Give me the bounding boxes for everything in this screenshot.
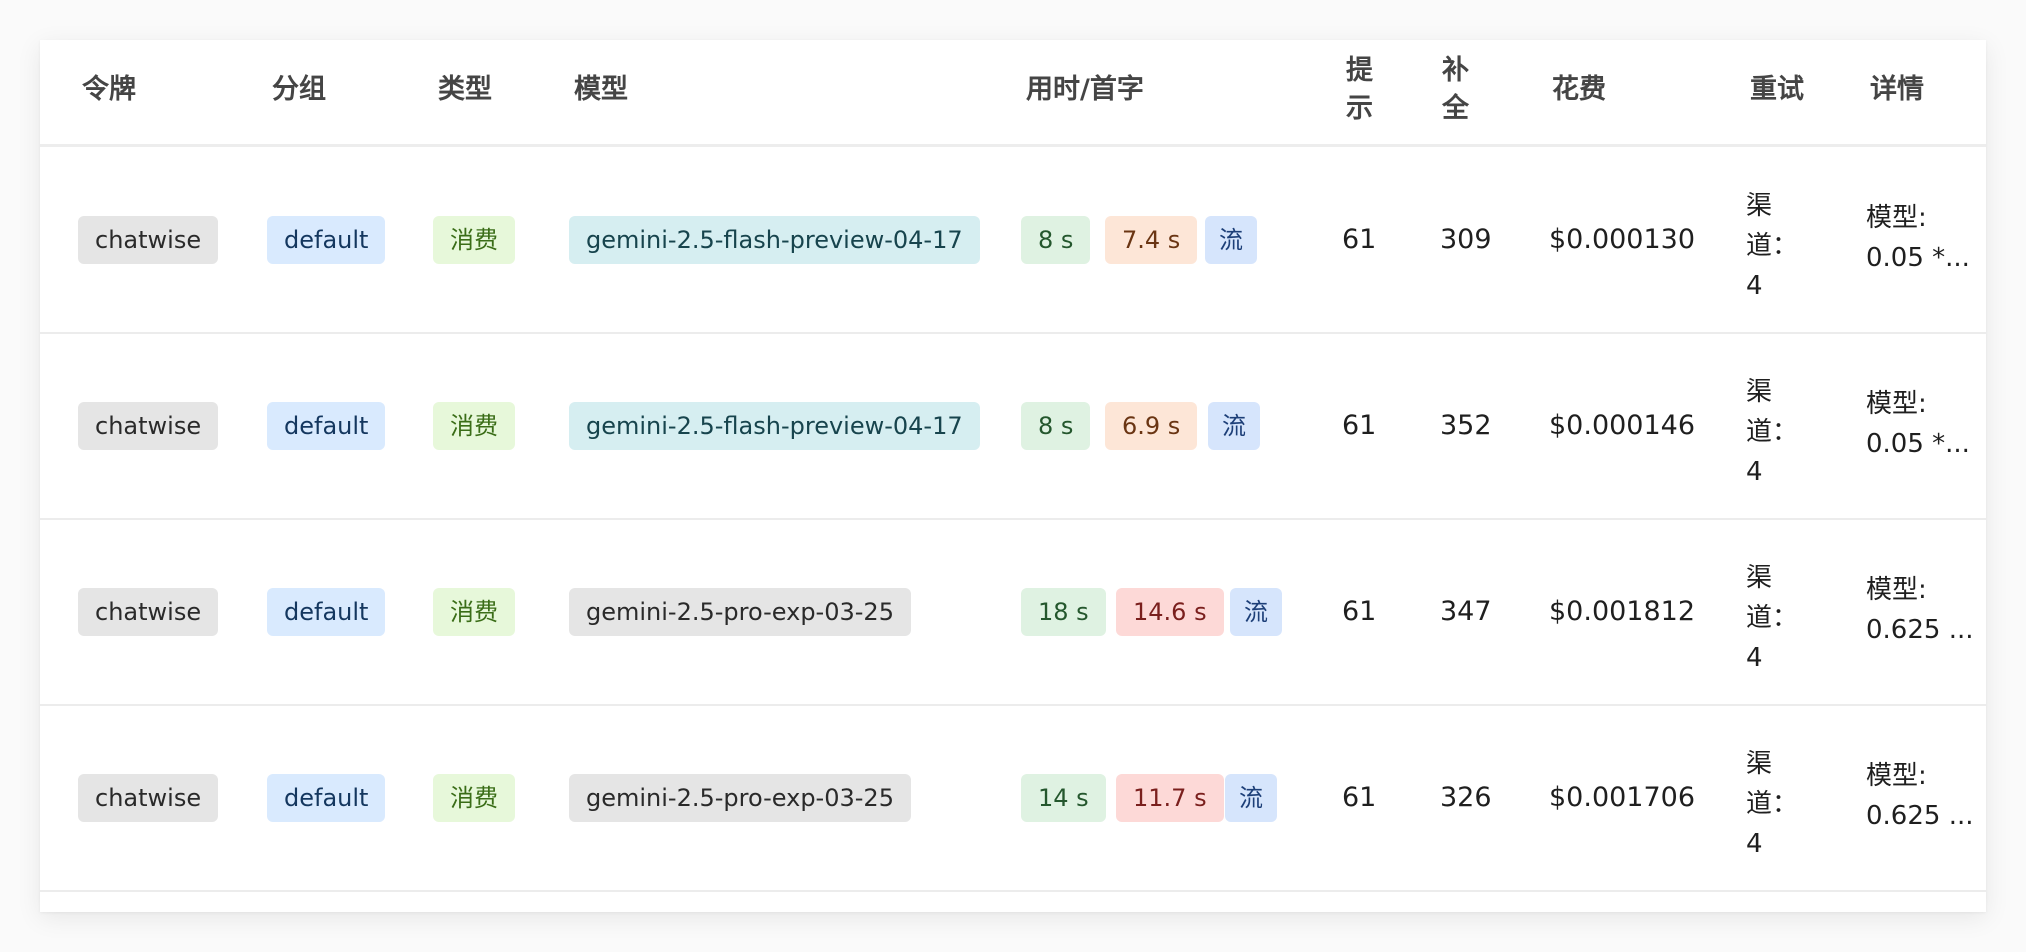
header-time[interactable]: 用时/首字 — [1026, 71, 1144, 109]
table-row[interactable]: chatwise default 消费 gemini-2.5-flash-pre… — [40, 332, 1986, 520]
group-tag: default — [267, 774, 386, 822]
table-header: 令牌 分组 类型 模型 用时/首字 提示 补全 花费 重试 详情 — [40, 40, 1986, 147]
detail-text[interactable]: 模型: 0.05 *... — [1866, 198, 1976, 278]
first-byte-tag: 7.4 s — [1105, 216, 1198, 264]
detail-line-1: 模型: — [1866, 761, 1927, 791]
table-row[interactable]: chatwise default 消费 gemini-2.5-flash-pre… — [40, 146, 1986, 334]
token-tag: chatwise — [78, 402, 219, 450]
logs-table: 令牌 分组 类型 模型 用时/首字 提示 补全 花费 重试 详情 chatwis… — [40, 40, 1986, 912]
token-tag: chatwise — [78, 588, 219, 636]
time-tag: 14 s — [1021, 774, 1106, 822]
token-tag: chatwise — [78, 774, 219, 822]
stream-tag: 流 — [1205, 216, 1257, 264]
prompt-tokens: 61 — [1342, 596, 1377, 627]
header-prompt[interactable]: 提示 — [1346, 52, 1376, 128]
completion-tokens: 326 — [1440, 782, 1492, 813]
group-tag: default — [267, 402, 386, 450]
time-tag: 18 s — [1021, 588, 1106, 636]
first-byte-tag: 14.6 s — [1116, 588, 1224, 636]
first-byte-tag: 6.9 s — [1105, 402, 1198, 450]
detail-line-1: 模型: — [1866, 575, 1927, 605]
detail-line-1: 模型: — [1866, 389, 1927, 419]
type-tag: 消费 — [433, 216, 515, 264]
detail-line-1: 模型: — [1866, 203, 1927, 233]
detail-text[interactable]: 模型: 0.05 *... — [1866, 384, 1976, 464]
model-tag[interactable]: gemini-2.5-pro-exp-03-25 — [569, 774, 911, 822]
completion-tokens: 352 — [1440, 410, 1492, 441]
prompt-tokens: 61 — [1342, 224, 1377, 255]
retry-channel: 渠道：4 — [1746, 377, 1799, 487]
group-tag: default — [267, 216, 386, 264]
cost-value: $0.001812 — [1549, 596, 1696, 627]
header-token[interactable]: 令牌 — [82, 71, 136, 109]
prompt-tokens: 61 — [1342, 782, 1377, 813]
cost-value: $0.000146 — [1549, 410, 1696, 441]
stream-tag: 流 — [1225, 774, 1277, 822]
header-detail[interactable]: 详情 — [1870, 71, 1924, 109]
stream-tag: 流 — [1230, 588, 1282, 636]
detail-line-2: 0.625 ... — [1866, 615, 1974, 645]
type-tag: 消费 — [433, 402, 515, 450]
prompt-tokens: 61 — [1342, 410, 1377, 441]
retry-channel: 渠道：4 — [1746, 563, 1799, 673]
type-tag: 消费 — [433, 774, 515, 822]
cost-value: $0.000130 — [1549, 224, 1696, 255]
group-tag: default — [267, 588, 386, 636]
type-tag: 消费 — [433, 588, 515, 636]
model-tag[interactable]: gemini-2.5-flash-preview-04-17 — [569, 402, 980, 450]
detail-line-2: 0.05 *... — [1866, 243, 1970, 273]
token-tag: chatwise — [78, 216, 219, 264]
header-completion[interactable]: 补全 — [1442, 52, 1472, 128]
model-tag[interactable]: gemini-2.5-pro-exp-03-25 — [569, 588, 911, 636]
retry-channel: 渠道：4 — [1746, 749, 1799, 859]
first-byte-tag: 11.7 s — [1116, 774, 1224, 822]
stream-tag: 流 — [1208, 402, 1260, 450]
completion-tokens: 309 — [1440, 224, 1492, 255]
header-cost[interactable]: 花费 — [1552, 71, 1606, 109]
header-model[interactable]: 模型 — [574, 71, 628, 109]
detail-text[interactable]: 模型: 0.625 ... — [1866, 570, 1976, 650]
table-row[interactable]: chatwise default 消费 gemini-2.5-pro-exp-0… — [40, 704, 1986, 892]
time-tag: 8 s — [1021, 216, 1091, 264]
cost-value: $0.001706 — [1549, 782, 1696, 813]
detail-text[interactable]: 模型: 0.625 ... — [1866, 756, 1976, 836]
model-tag[interactable]: gemini-2.5-flash-preview-04-17 — [569, 216, 980, 264]
header-group[interactable]: 分组 — [272, 71, 326, 109]
retry-channel: 渠道：4 — [1746, 191, 1799, 301]
detail-line-2: 0.05 *... — [1866, 429, 1970, 459]
header-retry[interactable]: 重试 — [1750, 71, 1804, 109]
detail-line-2: 0.625 ... — [1866, 801, 1974, 831]
header-type[interactable]: 类型 — [438, 71, 492, 109]
completion-tokens: 347 — [1440, 596, 1492, 627]
table-row[interactable]: chatwise default 消费 gemini-2.5-pro-exp-0… — [40, 518, 1986, 706]
time-tag: 8 s — [1021, 402, 1091, 450]
